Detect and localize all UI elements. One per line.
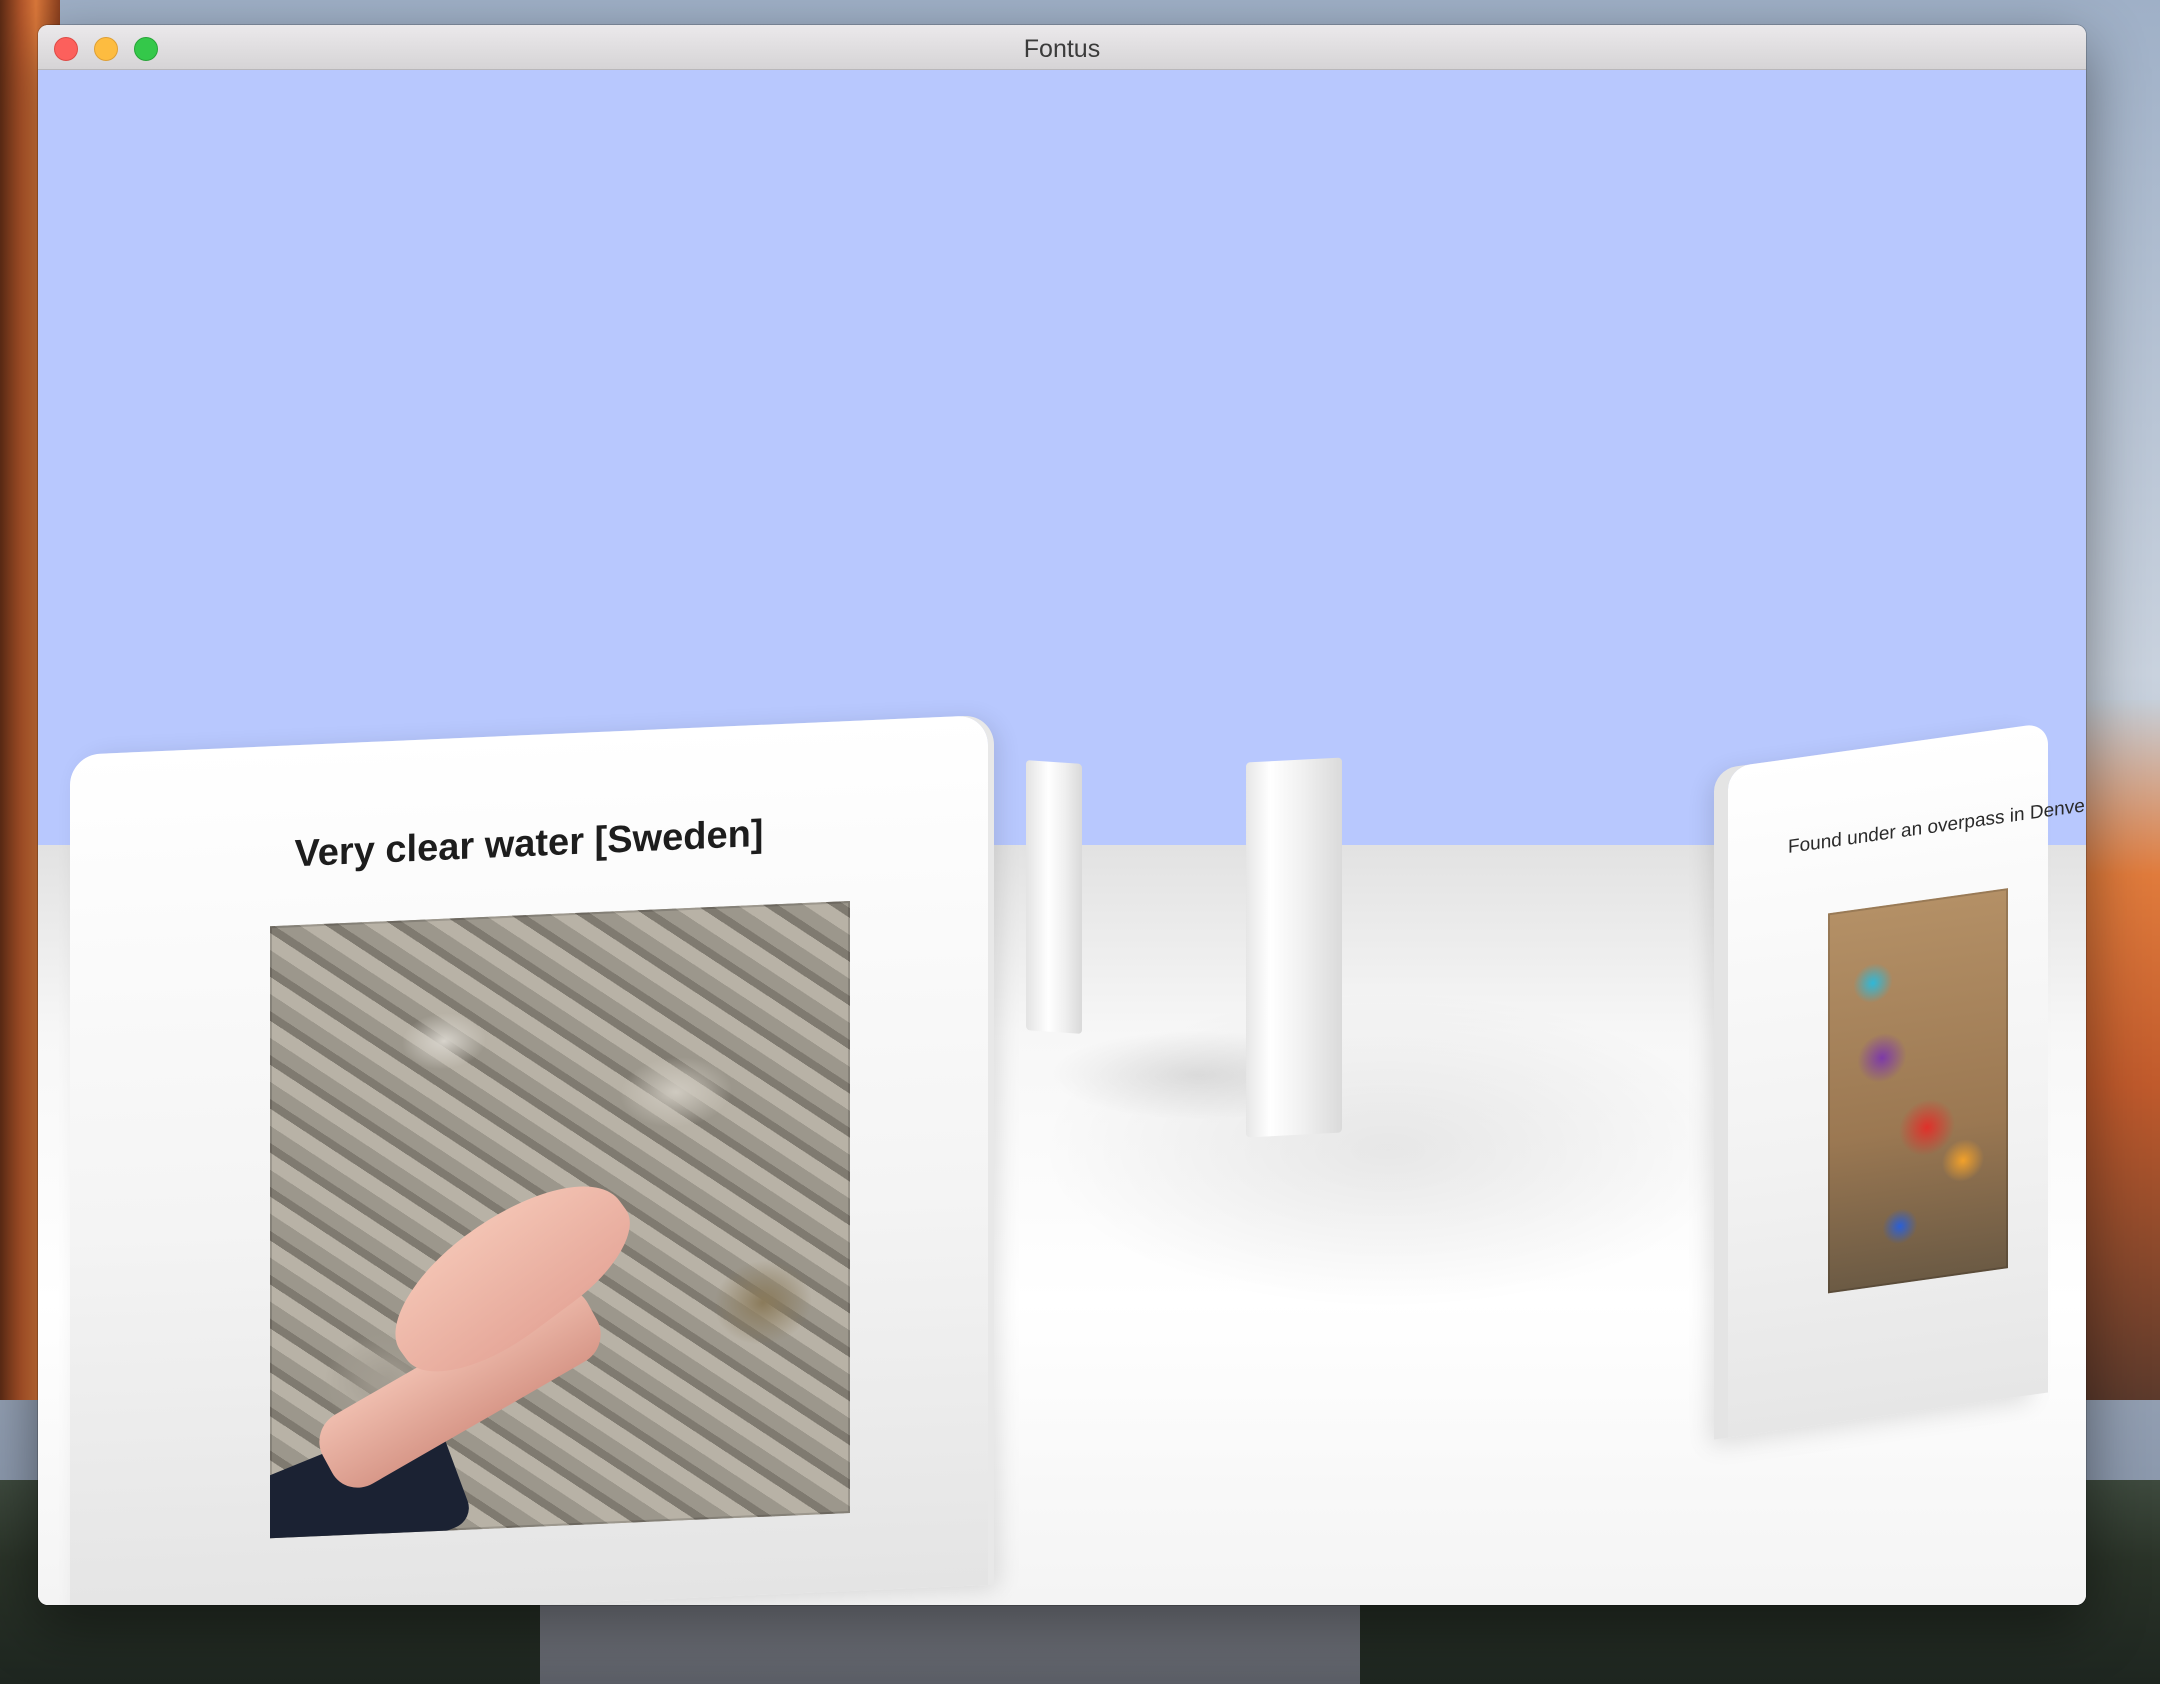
window-title: Fontus: [1023, 35, 1101, 63]
exhibit-photo-water: [270, 900, 850, 1539]
exhibit-caption: Found under an overpass in Denver: [1788, 794, 2086, 859]
exhibit-panel-water[interactable]: Very clear water [Sweden]: [70, 714, 988, 1605]
exhibit-caption: Very clear water [Sweden]: [294, 812, 764, 876]
wallpaper-cliff-right: [2080, 700, 2160, 1400]
pillar-middle: [1246, 757, 1342, 1138]
exhibit-panel-graffiti[interactable]: Found under an overpass in Denver: [1728, 722, 2086, 1438]
exhibit-photo-graffiti: [1828, 888, 2008, 1294]
title-bar[interactable]: Fontus: [38, 25, 2086, 70]
app-window: Fontus Very clear water [Sweden] Found u…: [38, 25, 2086, 1605]
pillar-far: [1026, 760, 1082, 1034]
gallery-3d-viewport[interactable]: Very clear water [Sweden] Found under an…: [38, 70, 2086, 1605]
